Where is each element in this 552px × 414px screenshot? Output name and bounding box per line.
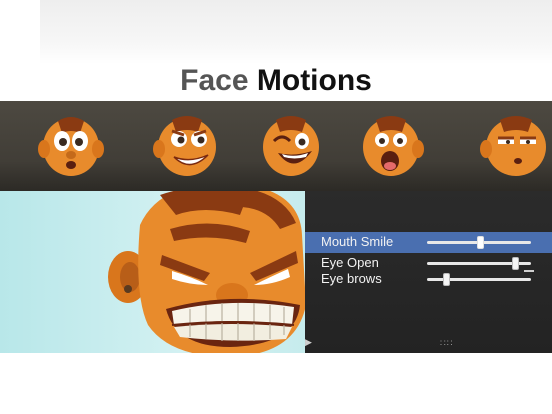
sleepy-face-icon[interactable] <box>476 111 552 179</box>
mouth-smile-slider[interactable] <box>427 236 531 249</box>
grip-icon[interactable]: ∷∷ <box>440 338 453 349</box>
control-row-mouth-smile[interactable]: Mouth Smile <box>305 232 552 253</box>
title-word-face: Face <box>180 64 249 97</box>
play-icon[interactable]: ▶ <box>305 337 312 348</box>
expression-strip <box>0 101 552 191</box>
character-preview[interactable] <box>100 191 320 353</box>
control-label: Eye Open <box>321 255 379 270</box>
app-screen: Face Motions Mouth Smile Eye Open Eye br… <box>0 0 552 414</box>
laughing-face-icon[interactable] <box>256 111 326 179</box>
control-label: Mouth Smile <box>321 234 394 249</box>
top-banner <box>40 0 552 64</box>
page-title: Face Motions <box>0 64 552 98</box>
control-row-eye-brows[interactable]: Eye brows <box>305 269 552 290</box>
slider-knob[interactable] <box>443 273 450 286</box>
face-editor-viewport: Mouth Smile Eye Open Eye brows ▶ ∷∷ <box>0 191 552 353</box>
eye-open-slider[interactable] <box>427 257 531 270</box>
grinning-face-icon[interactable] <box>150 111 224 179</box>
morph-controls-panel: Mouth Smile Eye Open Eye brows ▶ ∷∷ <box>305 191 552 353</box>
control-label: Eye brows <box>321 271 382 286</box>
surprised-face-icon[interactable] <box>36 111 106 179</box>
title-word-motions: Motions <box>256 64 372 97</box>
slider-knob[interactable] <box>477 236 484 249</box>
eye-brows-slider[interactable] <box>427 273 531 286</box>
shocked-face-icon[interactable] <box>356 111 426 179</box>
